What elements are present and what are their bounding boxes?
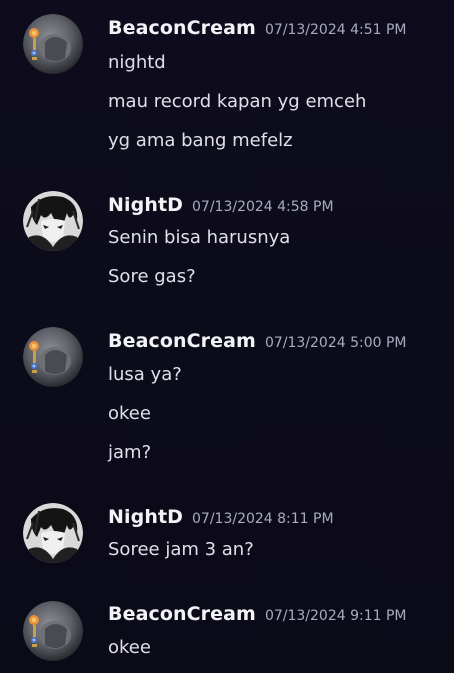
- beaconcream-avatar-icon: [23, 14, 83, 74]
- author-name[interactable]: NightD: [108, 194, 183, 216]
- message-group: NightD 07/13/2024 4:58 PM Senin bisa haru…: [0, 170, 454, 310]
- message-group: BeaconCream 07/13/2024 9:11 PM okee: [0, 590, 454, 673]
- author-name[interactable]: BeaconCream: [108, 17, 256, 39]
- message-group: BeaconCream 07/13/2024 4:51 PM nightd mau…: [0, 0, 454, 170]
- avatar[interactable]: [23, 601, 83, 661]
- beaconcream-avatar-icon: [23, 327, 83, 387]
- message-timestamp: 07/13/2024 4:51 PM: [264, 22, 407, 38]
- avatar[interactable]: [23, 503, 83, 563]
- beaconcream-avatar-icon: [23, 601, 83, 661]
- avatar[interactable]: [23, 191, 83, 251]
- message-text: jam?: [108, 442, 152, 463]
- avatar[interactable]: [23, 327, 83, 387]
- message-text: Soree jam 3 an?: [108, 539, 254, 560]
- message-timestamp: 07/13/2024 9:11 PM: [264, 608, 407, 624]
- message-timestamp: 07/13/2024 8:11 PM: [192, 511, 334, 527]
- author-name[interactable]: BeaconCream: [108, 603, 256, 625]
- message-text: mau record kapan yg emceh: [108, 91, 367, 112]
- message-group: NightD 07/13/2024 8:11 PM Soree jam 3 an?: [0, 490, 454, 590]
- message-text: okee: [108, 637, 151, 658]
- avatar[interactable]: [23, 14, 83, 74]
- message-timestamp: 07/13/2024 5:00 PM: [264, 335, 407, 351]
- nightd-avatar-icon: [23, 503, 83, 563]
- message-text: Sore gas?: [108, 266, 196, 287]
- message-text: nightd: [108, 52, 166, 73]
- author-name[interactable]: NightD: [108, 506, 183, 528]
- message-text: lusa ya?: [108, 364, 182, 385]
- message-text: yg ama bang mefelz: [108, 130, 293, 151]
- message-text: okee: [108, 403, 151, 424]
- message-group: BeaconCream 07/13/2024 5:00 PM lusa ya? o…: [0, 310, 454, 490]
- message-text: Senin bisa harusnya: [108, 227, 291, 248]
- nightd-avatar-icon: [23, 191, 83, 251]
- author-name[interactable]: BeaconCream: [108, 330, 256, 352]
- message-timestamp: 07/13/2024 4:58 PM: [192, 199, 334, 215]
